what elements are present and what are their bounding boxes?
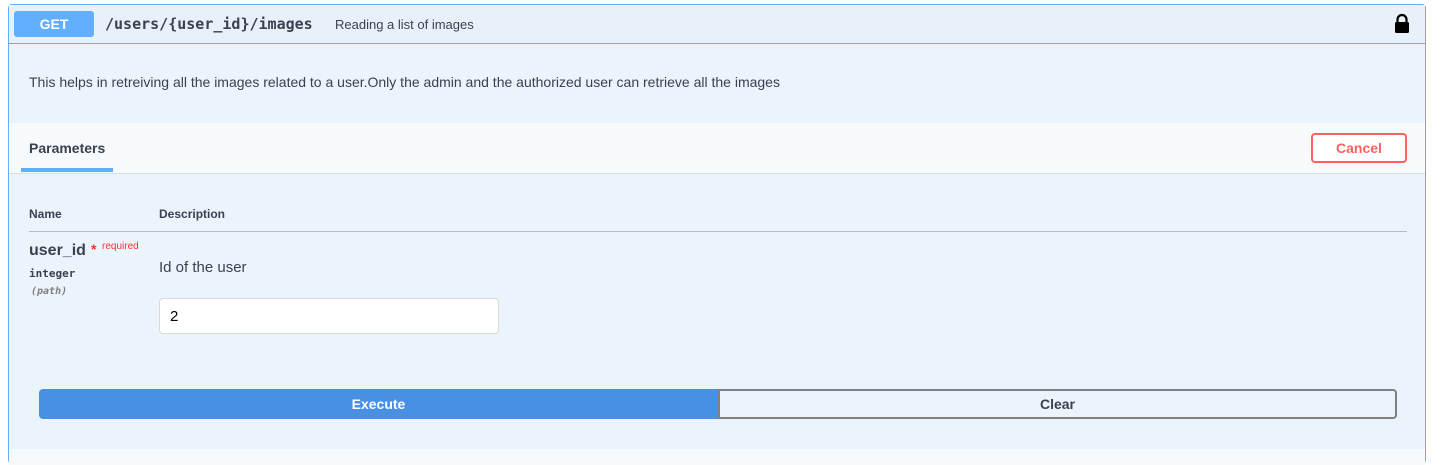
required-star: * <box>91 241 97 257</box>
parameter-location: (path) <box>31 286 68 297</box>
execute-wrapper: Execute Clear <box>39 389 1397 419</box>
operation-description: This helps in retreiving all the images … <box>29 74 780 90</box>
endpoint-path: /users/{user_id}/images <box>105 15 313 33</box>
column-header-description: Description <box>159 207 226 221</box>
lock-icon[interactable] <box>1393 13 1411 35</box>
parameter-description: Id of the user <box>159 259 247 276</box>
operation-summary[interactable]: GET /users/{user_id}/images Reading a li… <box>9 5 1425 44</box>
parameter-name: user_id <box>29 242 86 259</box>
tab-parameters[interactable]: Parameters <box>21 123 113 173</box>
operation-block: GET /users/{user_id}/images Reading a li… <box>8 4 1426 465</box>
execute-button[interactable]: Execute <box>39 389 718 419</box>
responses-section-edge <box>9 449 1425 465</box>
tab-parameters-label: Parameters <box>29 140 106 156</box>
tab-active-indicator <box>21 168 113 172</box>
required-label: required <box>102 241 139 252</box>
parameters-header: Parameters Cancel <box>9 123 1425 174</box>
clear-button[interactable]: Clear <box>718 389 1397 419</box>
cancel-button[interactable]: Cancel <box>1311 133 1407 163</box>
table-divider <box>29 231 1407 232</box>
operation-summary-text: Reading a list of images <box>335 17 474 32</box>
method-badge: GET <box>14 11 94 37</box>
column-header-name: Name <box>29 207 62 221</box>
parameter-type: integer <box>29 267 76 280</box>
user-id-input[interactable] <box>159 298 499 334</box>
